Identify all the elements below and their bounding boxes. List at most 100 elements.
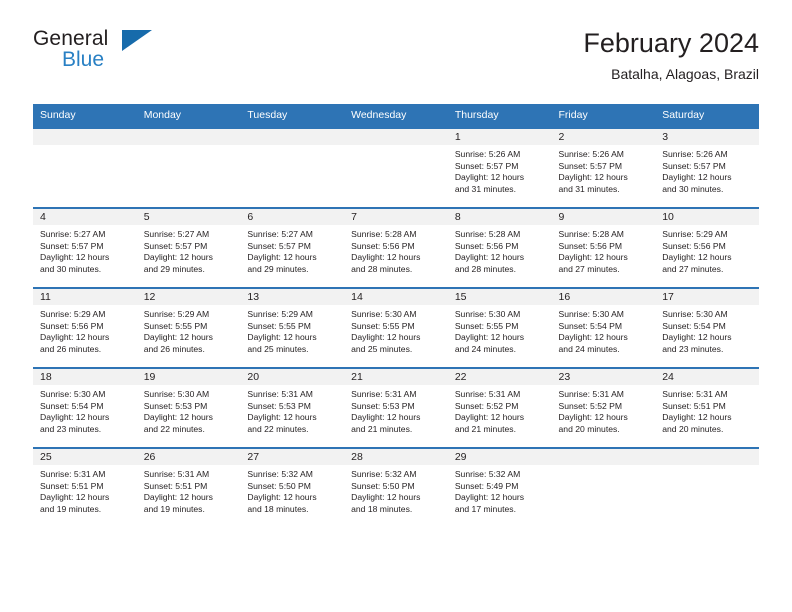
day-cell-content: 26 Sunrise: 5:31 AM Sunset: 5:51 PM Dayligh…	[136, 449, 241, 527]
day-info-line: and 20 minutes.	[558, 423, 620, 434]
calendar-day-cell[interactable]: 15 Sunrise: 5:30 AM Sunset: 5:55 PM Dayligh…	[447, 287, 552, 368]
day-info-line: Sunrise: 5:30 AM	[40, 389, 106, 399]
weekday-header-monday: Monday	[136, 104, 241, 128]
day-cell-empty	[240, 129, 345, 207]
day-info-line: and 31 minutes.	[454, 183, 516, 194]
calendar-day-cell[interactable]: 9 Sunrise: 5:28 AM Sunset: 5:56 PM Daylight…	[551, 207, 656, 288]
day-number: 7	[344, 209, 448, 225]
day-sun-info: Sunrise: 5:29 AM Sunset: 5:56 PM Daylight:…	[33, 305, 137, 355]
day-cell-content: 20 Sunrise: 5:31 AM Sunset: 5:53 PM Dayligh…	[240, 369, 345, 447]
day-cell-content: 8 Sunrise: 5:28 AM Sunset: 5:56 PM Daylight…	[447, 209, 552, 287]
day-info-line: Sunset: 5:55 PM	[247, 320, 311, 331]
day-number: 21	[344, 369, 448, 385]
calendar-day-cell[interactable]: 13 Sunrise: 5:29 AM Sunset: 5:55 PM Dayligh…	[240, 287, 345, 368]
weekday-header-tuesday: Tuesday	[240, 104, 345, 128]
day-info-line: Daylight: 12 hours	[662, 172, 732, 183]
calendar-day-cell[interactable]: 7 Sunrise: 5:28 AM Sunset: 5:56 PM Daylight…	[344, 207, 448, 288]
day-info-line: Sunrise: 5:31 AM	[558, 389, 624, 399]
day-sun-info: Sunrise: 5:31 AM Sunset: 5:53 PM Daylight:…	[344, 385, 448, 435]
day-sun-info: Sunrise: 5:31 AM Sunset: 5:52 PM Daylight:…	[552, 385, 656, 435]
day-info-line: Sunrise: 5:29 AM	[143, 309, 210, 319]
day-number: 6	[240, 209, 345, 225]
day-cell-content: 5 Sunrise: 5:27 AM Sunset: 5:57 PM Daylight…	[136, 209, 241, 287]
day-number: 14	[344, 289, 448, 305]
day-number: 25	[33, 449, 137, 465]
calendar-day-cell[interactable]: 21 Sunrise: 5:31 AM Sunset: 5:53 PM Dayligh…	[344, 367, 448, 448]
day-number	[33, 129, 137, 145]
calendar-day-cell[interactable]: 14 Sunrise: 5:30 AM Sunset: 5:55 PM Dayligh…	[344, 287, 448, 368]
day-info-line: Sunset: 5:56 PM	[40, 320, 104, 331]
day-info-line: Sunset: 5:56 PM	[662, 240, 726, 251]
day-sun-info: Sunrise: 5:27 AM Sunset: 5:57 PM Daylight:…	[240, 225, 344, 275]
day-info-line: Daylight: 12 hours	[662, 332, 732, 343]
day-info-line: and 20 minutes.	[662, 423, 724, 434]
calendar-day-cell[interactable]: 25 Sunrise: 5:31 AM Sunset: 5:51 PM Dayligh…	[33, 447, 137, 527]
calendar-day-cell[interactable]: 17 Sunrise: 5:30 AM Sunset: 5:54 PM Dayligh…	[655, 287, 759, 368]
day-info-line: Sunset: 5:53 PM	[143, 400, 208, 411]
day-sun-info: Sunrise: 5:29 AM Sunset: 5:55 PM Daylight:…	[137, 305, 241, 355]
day-cell-content: 2 Sunrise: 5:26 AM Sunset: 5:57 PM Daylight…	[551, 129, 656, 207]
day-info-line: Sunset: 5:54 PM	[558, 320, 623, 331]
day-info-line: Sunrise: 5:28 AM	[454, 229, 521, 239]
day-info-line: Sunset: 5:50 PM	[247, 480, 311, 491]
calendar-day-cell[interactable]: 24 Sunrise: 5:31 AM Sunset: 5:51 PM Dayligh…	[655, 367, 759, 448]
day-sun-info: Sunrise: 5:27 AM Sunset: 5:57 PM Daylight:…	[33, 225, 137, 275]
day-number: 29	[447, 449, 552, 465]
day-info-line: Daylight: 12 hours	[143, 492, 213, 503]
day-sun-info: Sunrise: 5:30 AM Sunset: 5:55 PM Daylight:…	[344, 305, 448, 355]
day-info-line: Sunrise: 5:26 AM	[558, 149, 624, 159]
calendar-day-cell[interactable]: 19 Sunrise: 5:30 AM Sunset: 5:53 PM Dayligh…	[136, 367, 241, 448]
calendar-day-cell[interactable]: 5 Sunrise: 5:27 AM Sunset: 5:57 PM Daylight…	[136, 207, 241, 288]
day-number: 24	[655, 369, 759, 385]
day-cell-content: 23 Sunrise: 5:31 AM Sunset: 5:52 PM Dayligh…	[551, 369, 656, 447]
calendar-week-row: 18 Sunrise: 5:30 AM Sunset: 5:54 PM Dayligh…	[33, 367, 759, 448]
day-number	[344, 129, 448, 145]
day-info-line: Sunrise: 5:32 AM	[247, 469, 313, 479]
day-number: 16	[551, 289, 656, 305]
calendar-day-cell[interactable]: 1 Sunrise: 5:26 AM Sunset: 5:57 PM Daylight…	[447, 127, 552, 208]
day-info-line: and 30 minutes.	[662, 183, 724, 194]
calendar-day-cell[interactable]: 3 Sunrise: 5:26 AM Sunset: 5:57 PM Daylight…	[655, 127, 759, 208]
calendar-day-cell[interactable]: 18 Sunrise: 5:30 AM Sunset: 5:54 PM Dayligh…	[33, 367, 137, 448]
calendar-week-row: 4 Sunrise: 5:27 AM Sunset: 5:57 PM Daylight…	[33, 207, 759, 288]
calendar-day-cell[interactable]: 27 Sunrise: 5:32 AM Sunset: 5:50 PM Dayligh…	[240, 447, 345, 527]
day-info-line: Daylight: 12 hours	[40, 332, 110, 343]
calendar-day-cell[interactable]: 20 Sunrise: 5:31 AM Sunset: 5:53 PM Dayligh…	[240, 367, 345, 448]
day-sun-info: Sunrise: 5:26 AM Sunset: 5:57 PM Daylight:…	[655, 145, 759, 195]
day-info-line: Sunrise: 5:26 AM	[662, 149, 728, 159]
calendar-day-cell[interactable]: 11 Sunrise: 5:29 AM Sunset: 5:56 PM Dayligh…	[33, 287, 137, 368]
calendar-day-cell[interactable]: 12 Sunrise: 5:29 AM Sunset: 5:55 PM Dayligh…	[136, 287, 241, 368]
day-sun-info: Sunrise: 5:32 AM Sunset: 5:50 PM Daylight:…	[240, 465, 344, 515]
day-info-line: Sunset: 5:51 PM	[662, 400, 726, 411]
day-info-line: Sunset: 5:49 PM	[454, 480, 519, 491]
day-sun-info: Sunrise: 5:28 AM Sunset: 5:56 PM Daylight:…	[448, 225, 552, 275]
calendar-day-cell[interactable]: 2 Sunrise: 5:26 AM Sunset: 5:57 PM Daylight…	[551, 127, 656, 208]
calendar-day-cell[interactable]: 29 Sunrise: 5:32 AM Sunset: 5:49 PM Dayligh…	[447, 447, 552, 527]
calendar-day-cell	[136, 127, 241, 208]
day-cell-empty	[551, 449, 656, 527]
day-info-line: and 23 minutes.	[40, 423, 102, 434]
day-info-line: Sunrise: 5:31 AM	[40, 469, 106, 479]
calendar-day-cell[interactable]: 28 Sunrise: 5:32 AM Sunset: 5:50 PM Dayligh…	[344, 447, 448, 527]
calendar-day-cell[interactable]: 26 Sunrise: 5:31 AM Sunset: 5:51 PM Dayligh…	[136, 447, 241, 527]
day-cell-content: 29 Sunrise: 5:32 AM Sunset: 5:49 PM Dayligh…	[447, 449, 552, 527]
calendar-day-cell[interactable]: 8 Sunrise: 5:28 AM Sunset: 5:56 PM Daylight…	[447, 207, 552, 288]
day-info-line: Daylight: 12 hours	[247, 412, 317, 423]
calendar-day-cell[interactable]: 22 Sunrise: 5:31 AM Sunset: 5:52 PM Dayligh…	[447, 367, 552, 448]
day-info-line: and 18 minutes.	[351, 503, 413, 514]
calendar-day-cell	[344, 127, 448, 208]
calendar-day-cell[interactable]: 6 Sunrise: 5:27 AM Sunset: 5:57 PM Daylight…	[240, 207, 345, 288]
calendar-day-cell[interactable]: 4 Sunrise: 5:27 AM Sunset: 5:57 PM Daylight…	[33, 207, 137, 288]
day-number: 8	[447, 209, 552, 225]
day-info-line: Sunrise: 5:31 AM	[454, 389, 521, 399]
day-info-line: Daylight: 12 hours	[40, 252, 110, 263]
day-info-line: Daylight: 12 hours	[143, 252, 213, 263]
day-sun-info: Sunrise: 5:28 AM Sunset: 5:56 PM Daylight:…	[552, 225, 656, 275]
day-info-line: and 25 minutes.	[247, 343, 309, 354]
day-sun-info: Sunrise: 5:31 AM Sunset: 5:52 PM Daylight:…	[448, 385, 552, 435]
calendar-day-cell[interactable]: 10 Sunrise: 5:29 AM Sunset: 5:56 PM Dayligh…	[655, 207, 759, 288]
day-info-line: Daylight: 12 hours	[40, 412, 110, 423]
day-number: 23	[551, 369, 656, 385]
calendar-day-cell[interactable]: 23 Sunrise: 5:31 AM Sunset: 5:52 PM Dayligh…	[551, 367, 656, 448]
calendar-day-cell[interactable]: 16 Sunrise: 5:30 AM Sunset: 5:54 PM Dayligh…	[551, 287, 656, 368]
